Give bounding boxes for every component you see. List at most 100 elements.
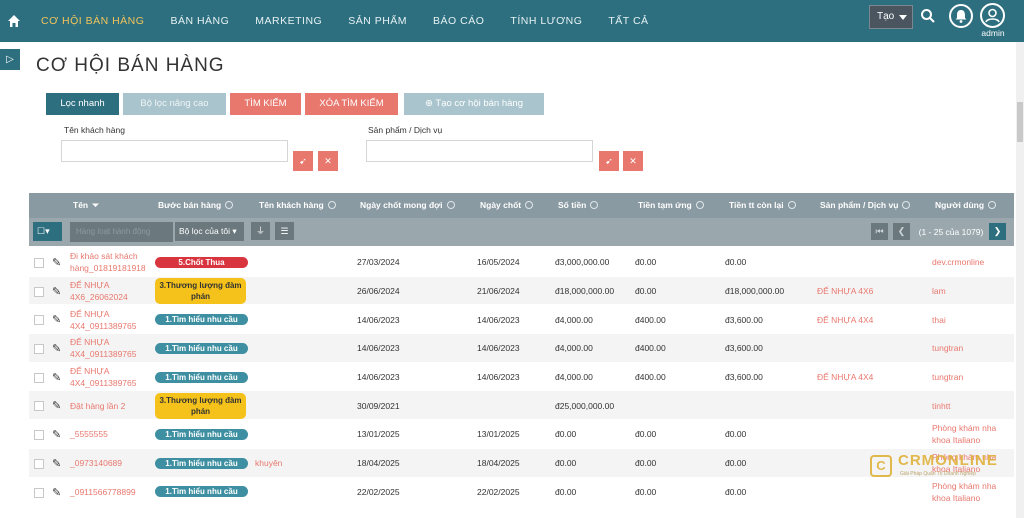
col-stage[interactable]: Bước bán hàng (158, 193, 234, 218)
opportunity-name-link[interactable]: _0911566778899 (70, 478, 152, 507)
scrollbar-thumb[interactable] (1017, 102, 1023, 142)
opportunity-name-link[interactable]: Đặt hàng lần 2 (70, 391, 152, 420)
edit-pencil-icon[interactable]: ✎ (52, 313, 61, 326)
row-checkbox[interactable] (34, 430, 44, 441)
opportunity-name-link[interactable]: ĐẾ NHỰA 4X4_0911389765 (70, 363, 152, 392)
user-link[interactable]: tungtran (932, 363, 1012, 392)
expected-close-date: 14/06/2023 (357, 314, 400, 325)
customer-clear-icon[interactable]: ✕ (318, 151, 338, 171)
user-link[interactable]: thai (932, 305, 1012, 334)
user-link[interactable]: lam (932, 277, 1012, 306)
table-toolbar: ☐▾ Hàng loạt hành động Bộ lọc của tôi ▾ … (29, 218, 1014, 246)
col-amount[interactable]: Số tiền (558, 193, 599, 218)
search-button[interactable]: TÌM KIẾM (230, 93, 301, 115)
user-link[interactable]: tinhtt (932, 391, 1012, 420)
prev-page-icon[interactable]: ❮ (893, 223, 910, 240)
page-scrollbar[interactable] (1016, 42, 1024, 518)
opportunity-name-link[interactable]: Đi khảo sát khách hàng_01819181918 (70, 248, 152, 277)
edit-pencil-icon[interactable]: ✎ (52, 285, 61, 298)
nav-opportunities[interactable]: CƠ HỘI BÁN HÀNG (28, 0, 157, 42)
user-link[interactable]: tungtran (932, 334, 1012, 363)
nav-marketing[interactable]: MARKETING (242, 0, 335, 42)
product-link[interactable]: ĐẾ NHỰA 4X4 (817, 305, 873, 334)
col-remaining[interactable]: Tiền tt còn lại (729, 193, 796, 218)
select-all-dropdown[interactable]: ☐▾ (33, 222, 62, 241)
nav-sales[interactable]: BÁN HÀNG (157, 0, 242, 42)
row-checkbox[interactable] (34, 315, 44, 326)
col-advance[interactable]: Tiền tạm ứng (638, 193, 704, 218)
col-closed-date[interactable]: Ngày chốt (480, 193, 534, 218)
table-row[interactable]: ✎ _5555555 1.Tìm hiểu nhu cầu 13/01/2025 13/… (29, 420, 1014, 449)
table-row[interactable]: ✎ _0911566778899 1.Tìm hiểu nhu cầu 22/02/2… (29, 478, 1014, 507)
next-page-icon[interactable]: ❯ (989, 223, 1006, 240)
create-label: Tạo (877, 11, 895, 22)
tab-quick-filter[interactable]: Lọc nhanh (46, 93, 119, 115)
row-checkbox[interactable] (34, 258, 44, 268)
col-name[interactable]: Tên ⏷ (73, 193, 99, 218)
col-advance-label: Tiền tạm ứng (638, 200, 692, 210)
customer-filter-input[interactable] (61, 140, 288, 162)
customer-link[interactable]: khuyên (255, 449, 282, 478)
table-row[interactable]: ✎ _0973140689 1.Tìm hiểu nhu cầu khuyên 18/0… (29, 448, 1014, 478)
sidebar-toggle-icon[interactable]: ▷ (0, 49, 20, 70)
user-link[interactable]: dev.crmonline (932, 248, 1012, 277)
first-page-icon[interactable]: ⏮ (871, 223, 888, 240)
nav-payroll[interactable]: TÍNH LƯƠNG (497, 0, 595, 42)
row-checkbox[interactable] (34, 458, 44, 469)
product-link[interactable]: ĐẾ NHỰA 4X4 (817, 363, 873, 392)
opportunity-table-body: ✎ Đi khảo sát khách hàng_01819181918 5.Chố… (29, 248, 1014, 507)
opportunity-name-link[interactable]: ĐẾ NHỰA 4X4_0911389765 (70, 334, 152, 363)
my-filter-dropdown[interactable]: Bộ lọc của tôi ▾ (175, 222, 244, 241)
create-dropdown-button[interactable]: Tạo (869, 5, 913, 29)
product-select-icon[interactable]: ➹ (599, 151, 619, 171)
bulk-action-select[interactable]: Hàng loạt hành động (70, 222, 173, 242)
edit-pencil-icon[interactable]: ✎ (52, 457, 61, 470)
clear-search-button[interactable]: XÓA TÌM KIẾM (305, 93, 398, 115)
tab-advanced-filter[interactable]: Bộ lọc nâng cao (123, 93, 226, 115)
home-icon[interactable] (0, 0, 28, 42)
edit-pencil-icon[interactable]: ✎ (52, 256, 61, 269)
user-link[interactable]: Phòng khám nha khoa Italiano (932, 420, 1012, 449)
list-icon[interactable]: ☰ (275, 222, 294, 240)
table-row[interactable]: ✎ ĐẾ NHỰA 4X4_0911389765 1.Tìm hiểu nhu cầ… (29, 363, 1014, 392)
edit-pencil-icon[interactable]: ✎ (52, 371, 61, 384)
expected-close-date: 13/01/2025 (357, 429, 400, 440)
nav-reports[interactable]: BÁO CÁO (420, 0, 497, 42)
table-row[interactable]: ✎ Đi khảo sát khách hàng_01819181918 5.Chố… (29, 248, 1014, 277)
create-opportunity-button[interactable]: ⊕ Tạo cơ hội bán hàng (404, 93, 544, 115)
filter-icon[interactable]: ⏚ (251, 222, 270, 240)
amount-value: đ3,000,000.00 (555, 257, 610, 268)
table-header: Tên ⏷ Bước bán hàng Tên khách hàng Ngày c… (29, 193, 1014, 218)
opportunity-name-link[interactable]: ĐẾ NHỰA 4X6_26062024 (70, 277, 152, 306)
col-customer[interactable]: Tên khách hàng (259, 193, 336, 218)
edit-pencil-icon[interactable]: ✎ (52, 428, 61, 441)
row-checkbox[interactable] (34, 372, 44, 383)
search-icon[interactable] (920, 8, 936, 29)
bell-icon[interactable] (949, 4, 973, 28)
col-user[interactable]: Người dùng (935, 193, 997, 218)
edit-pencil-icon[interactable]: ✎ (52, 486, 61, 499)
stage-badge: 3.Thương lượng đàm phán (155, 278, 246, 305)
table-row[interactable]: ✎ ĐẾ NHỰA 4X4_0911389765 1.Tìm hiểu nhu cầ… (29, 305, 1014, 335)
product-filter-input[interactable] (366, 140, 593, 162)
edit-pencil-icon[interactable]: ✎ (52, 399, 61, 412)
col-product[interactable]: Sản phẩm / Dịch vụ (820, 193, 911, 218)
opportunity-name-link[interactable]: _5555555 (70, 420, 152, 449)
product-clear-icon[interactable]: ✕ (623, 151, 643, 171)
nav-all[interactable]: TẤT CẢ (595, 0, 661, 42)
row-checkbox[interactable] (34, 286, 44, 297)
table-row[interactable]: ✎ Đặt hàng lần 2 3.Thương lượng đàm phán 30… (29, 391, 1014, 421)
table-row[interactable]: ✎ ĐẾ NHỰA 4X6_26062024 3.Thương lượng đàm … (29, 276, 1014, 306)
customer-select-icon[interactable]: ➹ (293, 151, 313, 171)
opportunity-name-link[interactable]: ĐẾ NHỰA 4X4_0911389765 (70, 305, 152, 334)
opportunity-name-link[interactable]: _0973140689 (70, 449, 152, 478)
row-checkbox[interactable] (34, 344, 44, 355)
col-expected-date[interactable]: Ngày chốt mong đợi (360, 193, 455, 218)
row-checkbox[interactable] (34, 401, 44, 412)
row-checkbox[interactable] (34, 487, 44, 498)
nav-products[interactable]: SẢN PHẨM (335, 0, 420, 42)
user-avatar[interactable] (980, 3, 1005, 28)
edit-pencil-icon[interactable]: ✎ (52, 342, 61, 355)
table-row[interactable]: ✎ ĐẾ NHỰA 4X4_0911389765 1.Tìm hiểu nhu cầ… (29, 334, 1014, 363)
product-link[interactable]: ĐẾ NHỰA 4X6 (817, 277, 873, 306)
